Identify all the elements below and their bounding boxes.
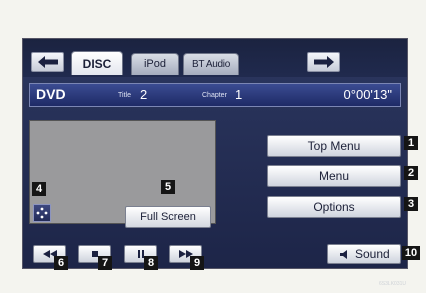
sound-label: Sound — [355, 247, 390, 261]
prev-tab-button[interactable] — [31, 52, 64, 72]
arrow-left-icon — [38, 56, 58, 68]
title-label: Title — [118, 92, 131, 99]
tab-ipod[interactable]: iPod — [131, 53, 179, 75]
source-label: DVD — [36, 86, 66, 102]
chapter-number: 1 — [235, 87, 243, 102]
arrow-right-icon — [314, 56, 334, 68]
next-tab-button[interactable] — [307, 52, 340, 72]
callout-6: 6 — [54, 256, 68, 270]
callout-8: 8 — [144, 256, 158, 270]
options-button[interactable]: Options — [267, 196, 401, 218]
title-number: 2 — [140, 87, 148, 102]
callout-5: 5 — [161, 180, 175, 194]
sound-button[interactable]: Sound — [327, 244, 401, 264]
tab-bt-audio[interactable]: BT Audio — [183, 53, 239, 75]
callout-9: 9 — [190, 256, 204, 270]
callout-10: 10 — [402, 246, 420, 260]
tab-disc[interactable]: DISC — [71, 51, 123, 75]
full-screen-button[interactable]: Full Screen — [125, 206, 211, 228]
callout-4: 4 — [32, 182, 46, 196]
menu-button[interactable]: Menu — [267, 165, 401, 187]
callout-7: 7 — [98, 256, 112, 270]
callout-3: 3 — [404, 197, 418, 211]
elapsed-time: 0°00'13" — [343, 87, 392, 102]
top-menu-button[interactable]: Top Menu — [267, 135, 401, 157]
tab-bar: DISC iPod BT Audio — [23, 39, 407, 77]
dvd-screen: DISC iPod BT Audio DVD Title 2 Chapter 1… — [22, 38, 408, 269]
cursor-button[interactable] — [33, 204, 51, 222]
figure-code: 6S3LK031U — [379, 281, 406, 287]
callout-2: 2 — [404, 166, 418, 180]
chapter-label: Chapter — [202, 92, 227, 99]
playback-info-bar: DVD Title 2 Chapter 1 0°00'13" — [29, 83, 401, 107]
cursor-dots-icon — [36, 207, 48, 219]
speaker-icon — [340, 250, 347, 259]
callout-1: 1 — [404, 136, 418, 150]
